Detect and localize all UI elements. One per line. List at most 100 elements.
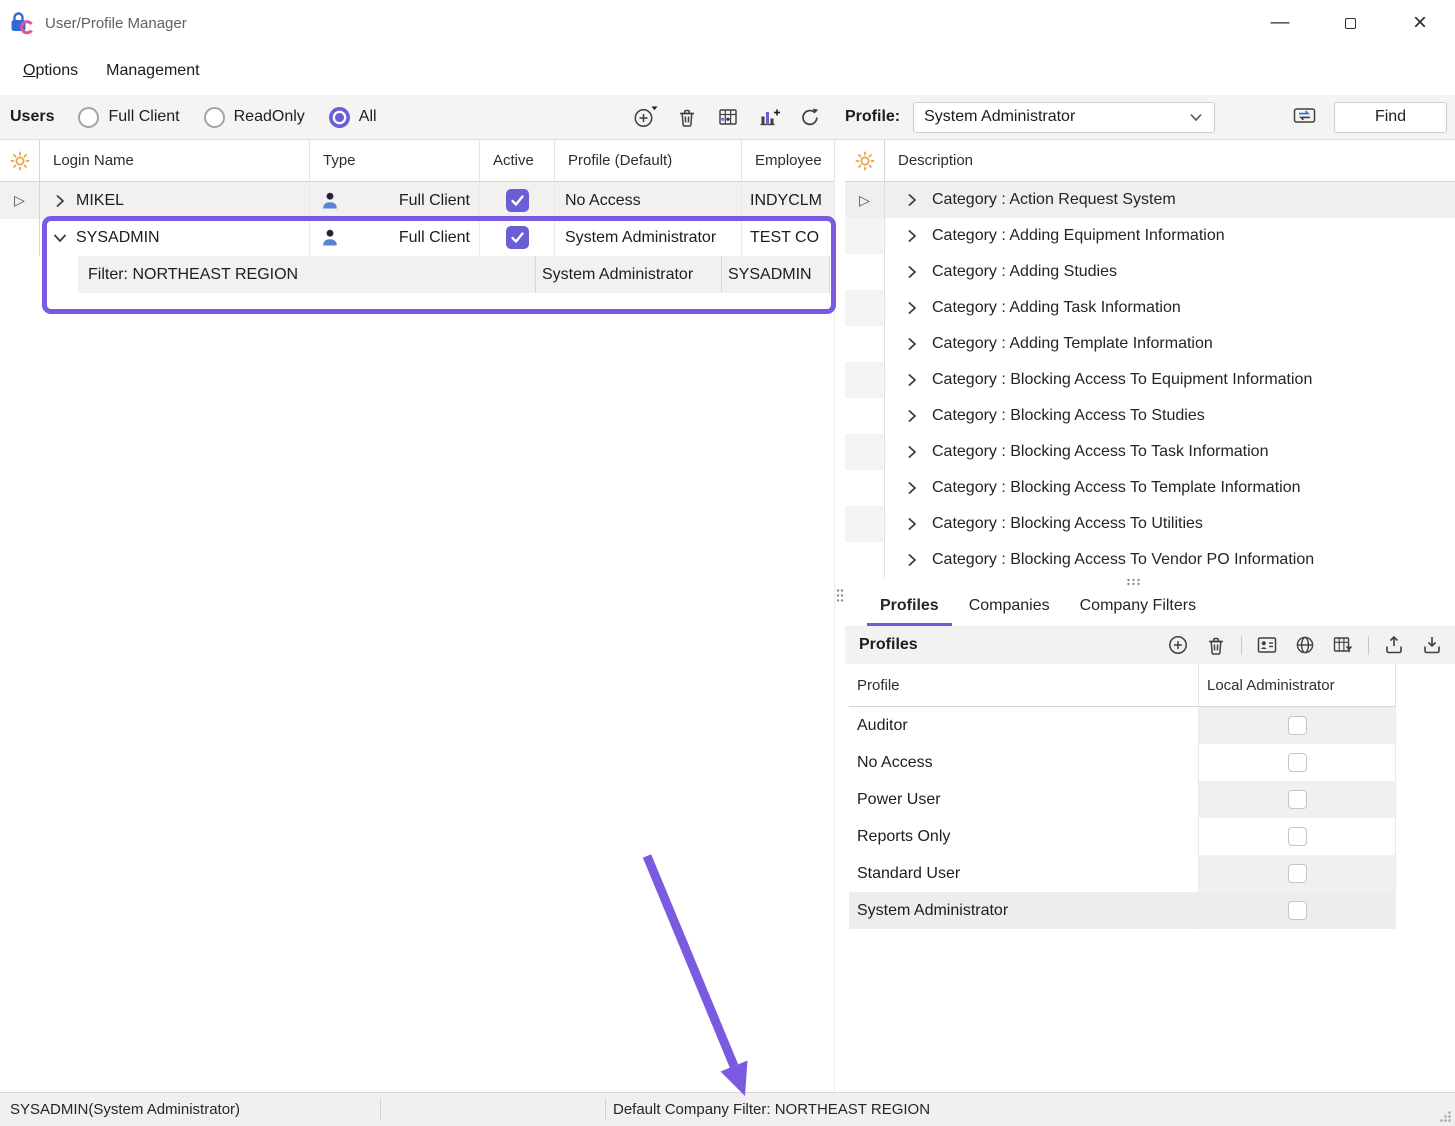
expand-chevron-icon[interactable]	[903, 335, 921, 353]
user-type: Full Client	[399, 229, 470, 247]
tab-companies[interactable]: Companies	[956, 588, 1063, 626]
category-row[interactable]: ▷ Category : Action Request System	[845, 182, 1455, 218]
close-button[interactable]: ×	[1385, 0, 1455, 46]
find-button[interactable]: Find	[1334, 102, 1447, 133]
local-admin-checkbox[interactable]	[1288, 827, 1307, 846]
sync-profile-button[interactable]	[1292, 104, 1318, 130]
minimize-button[interactable]: —	[1245, 0, 1315, 46]
profile-row-standard-user[interactable]: Standard User	[849, 855, 1396, 892]
column-header-active[interactable]: Active	[480, 140, 555, 181]
profile-row-power-user[interactable]: Power User	[849, 781, 1396, 818]
column-header-local-administrator[interactable]: Local Administrator	[1199, 664, 1396, 706]
category-row[interactable]: Category : Blocking Access To Template I…	[845, 470, 1455, 506]
user-row-sysadmin[interactable]: SYSADMIN Full Client System Administrato…	[0, 219, 834, 256]
radio-full-client[interactable]: Full Client	[78, 107, 179, 128]
vertical-splitter-handle[interactable]	[835, 588, 845, 604]
expand-chevron-icon[interactable]	[903, 443, 921, 461]
category-row[interactable]: Category : Adding Studies	[845, 254, 1455, 290]
expand-chevron-icon[interactable]	[903, 191, 921, 209]
expand-chevron-icon[interactable]	[903, 407, 921, 425]
category-row[interactable]: Category : Adding Equipment Information	[845, 218, 1455, 254]
profile-label: Profile:	[845, 108, 900, 126]
profile-select[interactable]: System Administrator	[913, 102, 1215, 133]
expand-chevron-icon[interactable]	[903, 371, 921, 389]
active-checkbox[interactable]	[506, 226, 529, 249]
expand-chevron-icon[interactable]	[903, 299, 921, 317]
tab-profiles[interactable]: Profiles	[867, 588, 952, 626]
delete-user-button[interactable]	[674, 104, 700, 130]
add-user-button[interactable]	[633, 104, 659, 130]
local-admin-checkbox[interactable]	[1288, 716, 1307, 735]
column-header-login-name[interactable]: Login Name	[40, 140, 310, 181]
column-header-description[interactable]: Description	[885, 140, 1455, 181]
category-row[interactable]: Category : Blocking Access To Task Infor…	[845, 434, 1455, 470]
delete-profile-button[interactable]	[1203, 632, 1229, 658]
grid-settings-cell[interactable]	[0, 140, 40, 181]
current-row-indicator: ▷	[0, 182, 40, 219]
employee: TEST CO	[750, 229, 819, 247]
panel-tabbar: Profiles Companies Company Filters	[845, 582, 1455, 626]
import-button[interactable]	[1419, 632, 1445, 658]
profiles-section-title: Profiles	[859, 636, 918, 654]
local-admin-checkbox[interactable]	[1288, 790, 1307, 809]
maximize-button[interactable]	[1315, 0, 1385, 46]
category-row[interactable]: Category : Blocking Access To Utilities	[845, 506, 1455, 542]
globe-button[interactable]	[1292, 632, 1318, 658]
column-header-employee[interactable]: Employee	[742, 140, 835, 181]
toolbar-separator	[1368, 636, 1369, 655]
radio-label: All	[359, 108, 377, 126]
profile-row-reports-only[interactable]: Reports Only	[849, 818, 1396, 855]
menu-options[interactable]: Options	[12, 57, 89, 85]
column-header-type[interactable]: Type	[310, 140, 480, 181]
horizontal-splitter-handle[interactable]	[1126, 577, 1142, 587]
default-profile: System Administrator	[565, 229, 716, 247]
expand-chevron-icon[interactable]	[903, 263, 921, 281]
menu-management[interactable]: Management	[95, 57, 210, 85]
profile-row-auditor[interactable]: Auditor	[849, 707, 1396, 744]
user-detail-row[interactable]: Filter: NORTHEAST REGION System Administ…	[0, 256, 834, 293]
tab-company-filters[interactable]: Company Filters	[1067, 588, 1209, 626]
expand-chevron-icon[interactable]	[903, 515, 921, 533]
add-profile-button[interactable]	[1165, 632, 1191, 658]
category-row[interactable]: Category : Blocking Access To Studies	[845, 398, 1455, 434]
resize-grip[interactable]	[1438, 1109, 1452, 1123]
refresh-button[interactable]	[797, 104, 823, 130]
maximize-icon	[1345, 18, 1356, 29]
grid-settings-cell[interactable]	[845, 140, 885, 181]
column-header-profile-default[interactable]: Profile (Default)	[555, 140, 742, 181]
expand-chevron-icon[interactable]	[51, 192, 69, 210]
local-admin-checkbox[interactable]	[1288, 753, 1307, 772]
expand-chevron-icon[interactable]	[903, 551, 921, 569]
radio-icon	[204, 107, 225, 128]
local-admin-checkbox[interactable]	[1288, 901, 1307, 920]
profile-row-no-access[interactable]: No Access	[849, 744, 1396, 781]
collapse-chevron-icon[interactable]	[51, 229, 69, 247]
active-checkbox[interactable]	[506, 189, 529, 212]
contact-card-button[interactable]	[1254, 632, 1280, 658]
category-row[interactable]: Category : Blocking Access To Vendor PO …	[845, 542, 1455, 578]
main-toolbar: Users Full Client ReadOnly All	[0, 95, 1455, 140]
local-admin-checkbox[interactable]	[1288, 864, 1307, 883]
profile-select-value: System Administrator	[924, 108, 1075, 126]
category-row[interactable]: Category : Adding Template Information	[845, 326, 1455, 362]
radio-readonly[interactable]: ReadOnly	[204, 107, 305, 128]
category-row[interactable]: Category : Blocking Access To Equipment …	[845, 362, 1455, 398]
login-name: SYSADMIN	[76, 229, 160, 247]
window-controls: — ×	[1245, 0, 1455, 46]
user-grid-button[interactable]	[715, 104, 741, 130]
profiles-section-header: Profiles	[845, 626, 1455, 664]
radio-label: Full Client	[108, 108, 179, 126]
expand-chevron-icon[interactable]	[903, 479, 921, 497]
export-button[interactable]	[1381, 632, 1407, 658]
radio-all[interactable]: All	[329, 107, 377, 128]
user-report-button[interactable]	[756, 104, 782, 130]
category-row[interactable]: Category : Adding Task Information	[845, 290, 1455, 326]
expand-chevron-icon[interactable]	[903, 227, 921, 245]
current-row-indicator: ▷	[845, 182, 885, 218]
grid-filter-button[interactable]	[1330, 632, 1356, 658]
profile-row-system-administrator[interactable]: System Administrator	[849, 892, 1396, 929]
user-type: Full Client	[399, 192, 470, 210]
user-row-mikel[interactable]: ▷ MIKEL Full Client No Access INDYCLM	[0, 182, 834, 219]
column-header-profile[interactable]: Profile	[849, 664, 1199, 706]
person-icon	[320, 228, 340, 248]
